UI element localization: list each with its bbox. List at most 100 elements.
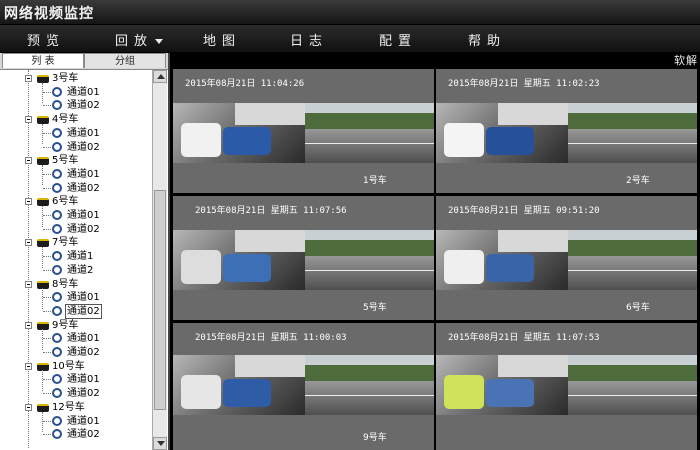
tree-vehicle[interactable]: 12号车 (0, 401, 150, 414)
tree-channel[interactable]: 通道02 (0, 141, 150, 154)
tree-channel[interactable]: 通道02 (0, 223, 150, 236)
car-icon (37, 403, 49, 412)
collapse-icon[interactable] (25, 321, 32, 329)
camera-view-cabin (436, 103, 568, 163)
camera-icon (52, 374, 62, 385)
chevron-down-icon (157, 441, 165, 446)
collapse-icon[interactable] (25, 280, 32, 288)
road-marking (568, 270, 697, 271)
road-marking (568, 395, 697, 396)
tree-channel[interactable]: 通道02 (0, 346, 150, 359)
tree-vehicle[interactable]: 8号车 (0, 278, 150, 291)
channel-label: 通道01 (67, 168, 100, 180)
tree-scrollbar[interactable] (152, 70, 167, 450)
scroll-thumb[interactable] (154, 190, 166, 410)
tree-vehicle[interactable]: 3号车 (0, 72, 150, 85)
tab-group[interactable]: 分组 (84, 53, 166, 68)
road-marking (305, 395, 434, 396)
window-view (498, 355, 568, 377)
menu-playback[interactable]: 回放 (115, 30, 164, 49)
tree-vehicle[interactable]: 6号车 (0, 195, 150, 208)
menu-preview[interactable]: 预览 (27, 30, 65, 49)
menu-help[interactable]: 帮助 (468, 30, 506, 49)
collapse-icon[interactable] (25, 157, 32, 165)
vehicle-label: 6号车 (52, 196, 79, 208)
channel-label: 通道02 (67, 429, 100, 441)
channel-label: 通道1 (67, 251, 94, 263)
video-timestamp: 2015年08月21日 星期五 11:02:23 (448, 79, 600, 89)
channel-label: 通道01 (67, 292, 100, 304)
menu-log[interactable]: 日志 (290, 30, 328, 49)
window-view (235, 230, 305, 252)
video-channel-label: 6号车 (626, 303, 650, 313)
video-timestamp: 2015年08月21日 星期五 11:07:56 (195, 206, 347, 216)
seat-shape (181, 375, 221, 409)
video-tile[interactable]: 2015年08月21日 星期五 11:07:56 5号车 (173, 196, 434, 320)
tree-vehicle[interactable]: 7号车 (0, 236, 150, 249)
scroll-up-button[interactable] (153, 70, 167, 83)
menu-config[interactable]: 配置 (379, 30, 417, 49)
video-grid: 软解 2015年08月21日 11:04:26 1号车 2015年08月21日 星期… (170, 53, 700, 450)
tree-vehicle[interactable]: 5号车 (0, 154, 150, 167)
video-tile[interactable]: 2015年08月21日 星期五 11:00:03 9号车 (173, 323, 434, 450)
camera-view-cabin (436, 230, 568, 290)
tree-channel[interactable]: 通道2 (0, 264, 150, 277)
camera-icon (52, 251, 62, 262)
roadside-trees (568, 113, 697, 129)
seat-shape (444, 123, 484, 157)
collapse-icon[interactable] (25, 239, 32, 247)
device-tree: 3号车 通道01 通道02 4号车 通道01 通道02 5号车 通道01 通道02 6号车 通道01… (0, 70, 152, 450)
collapse-icon[interactable] (25, 403, 32, 411)
tree-channel[interactable]: 通道02 (0, 303, 150, 319)
scroll-down-button[interactable] (153, 437, 167, 450)
tree-channel[interactable]: 通道1 (0, 250, 150, 263)
tab-list[interactable]: 列 表 (2, 53, 84, 68)
tree-channel[interactable]: 通道01 (0, 291, 150, 304)
video-frame (173, 103, 434, 163)
tree-channel[interactable]: 通道02 (0, 387, 150, 400)
title-bar: 网络视频监控 (0, 0, 700, 25)
video-channel-label: 9号车 (363, 433, 387, 443)
tree-guide (43, 379, 51, 381)
channel-label: 通道2 (67, 264, 94, 276)
camera-icon (52, 347, 62, 357)
road-marking (305, 143, 434, 144)
tree-channel[interactable]: 通道02 (0, 99, 150, 112)
tree-vehicle[interactable]: 4号车 (0, 113, 150, 126)
collapse-icon[interactable] (25, 362, 32, 370)
camera-view-cabin (173, 103, 305, 163)
tree-channel[interactable]: 通道02 (0, 428, 150, 441)
video-tile[interactable]: 2015年08月21日 星期五 09:51:20 6号车 (436, 196, 697, 320)
tree-vehicle[interactable]: 9号车 (0, 319, 150, 332)
tree-guide (43, 297, 51, 299)
tree-channel[interactable]: 通道01 (0, 373, 150, 386)
tree-vehicle[interactable]: 10号车 (0, 360, 150, 373)
channel-label: 通道02 (67, 223, 100, 235)
video-channel-label: 2号车 (626, 176, 650, 186)
tree-channel[interactable]: 通道01 (0, 209, 150, 222)
collapse-icon[interactable] (25, 116, 32, 124)
tree-channel[interactable]: 通道01 (0, 127, 150, 140)
video-tile[interactable]: 2015年08月21日 星期五 11:07:53 (436, 323, 697, 450)
tree-channel[interactable]: 通道02 (0, 182, 150, 195)
menu-map[interactable]: 地图 (203, 30, 241, 49)
tree-channel[interactable]: 通道01 (0, 332, 150, 345)
vehicle-label: 3号车 (52, 73, 79, 84)
collapse-icon[interactable] (25, 198, 32, 206)
device-sidebar: 列 表 分组 3号车 通道01 通道02 4号车 通道01 通道02 5号车 通道01 通道02… (0, 53, 170, 450)
tree-guide (43, 187, 51, 189)
camera-icon (52, 210, 62, 220)
camera-icon (52, 168, 62, 179)
channel-label: 通道02 (67, 347, 100, 358)
seat-shape (223, 127, 271, 155)
tree-channel[interactable]: 通道01 (0, 415, 150, 428)
video-tile[interactable]: 2015年08月21日 11:04:26 1号车 (173, 69, 434, 193)
tree-channel[interactable]: 通道01 (0, 86, 150, 99)
collapse-icon[interactable] (25, 75, 32, 82)
channel-label: 通道01 (67, 333, 100, 345)
tree-channel[interactable]: 通道01 (0, 168, 150, 181)
channel-label: 通道02 (67, 182, 100, 194)
road-marking (305, 270, 434, 271)
video-tile[interactable]: 2015年08月21日 星期五 11:02:23 2号车 (436, 69, 697, 193)
vehicle-label: 4号车 (52, 114, 79, 126)
